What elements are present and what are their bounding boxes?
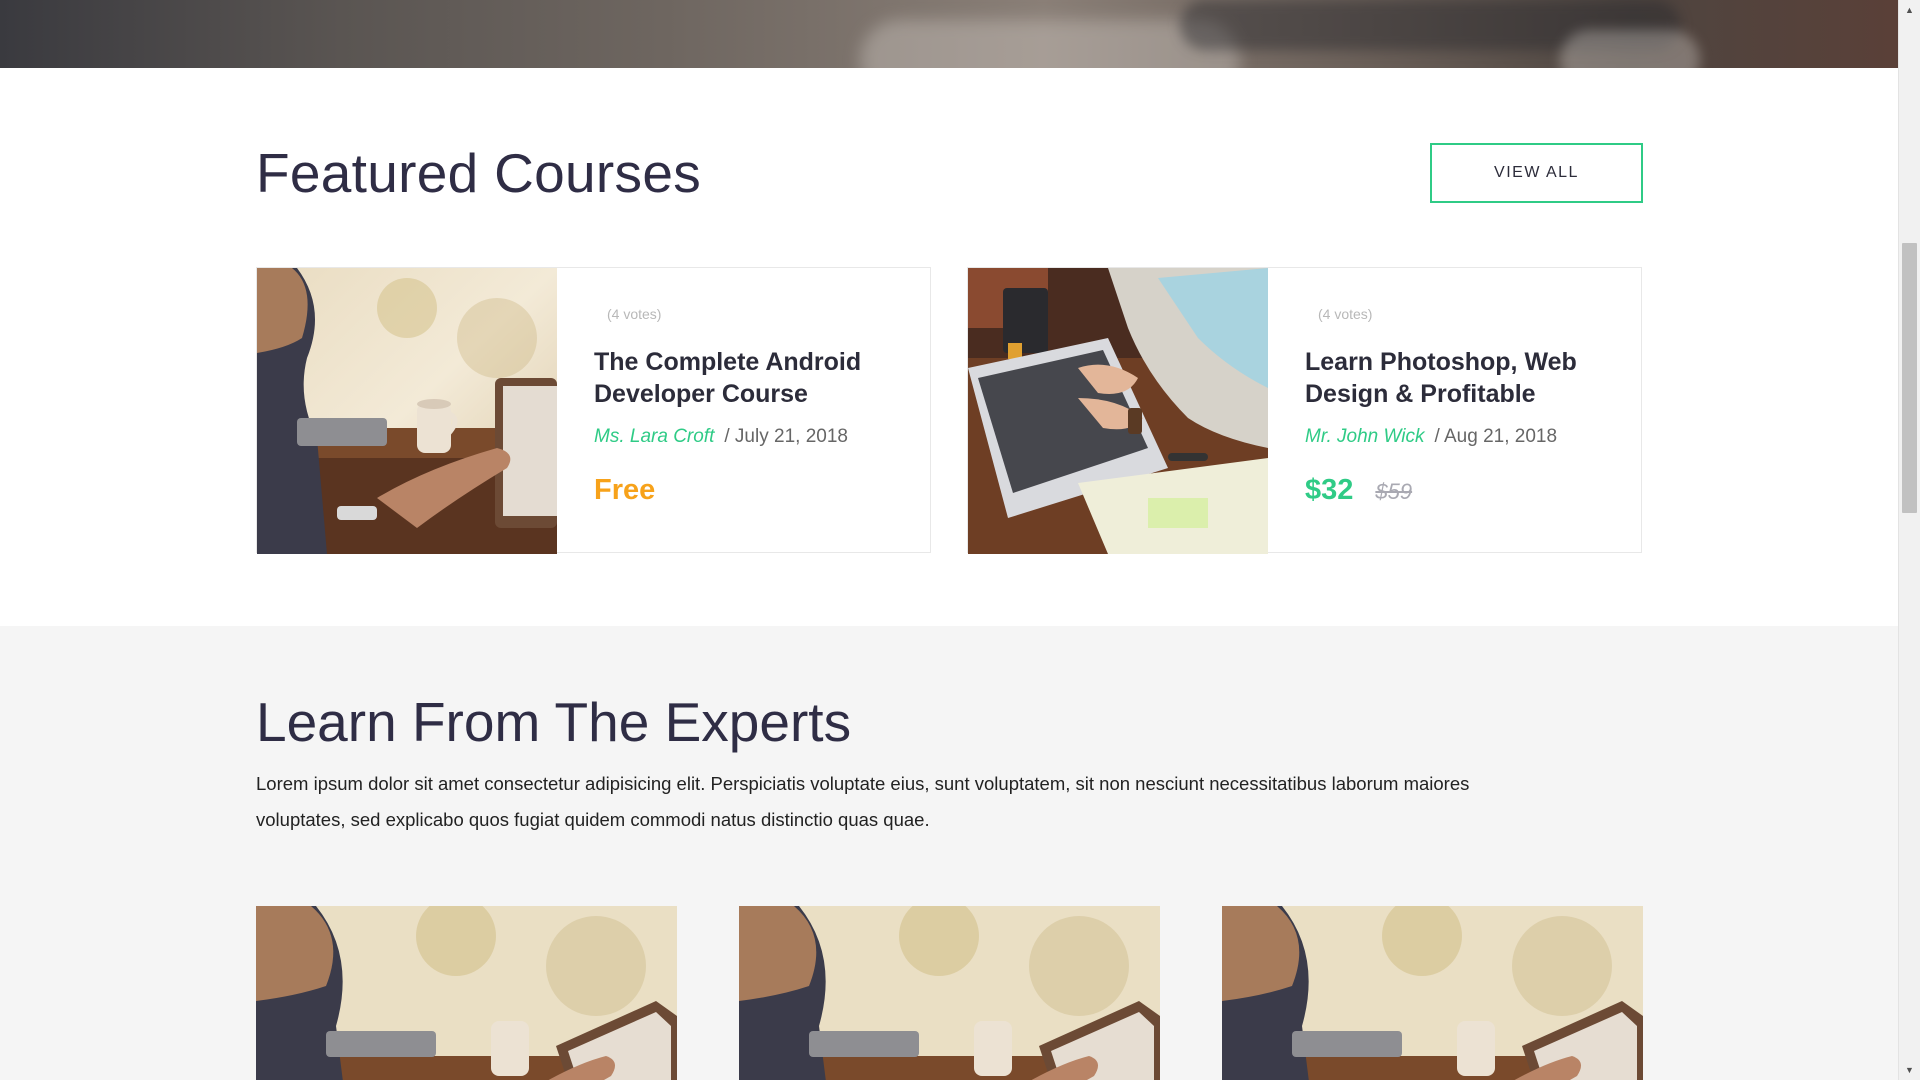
course-date: / July 21, 2018	[724, 426, 848, 447]
course-price: $32	[1305, 474, 1354, 506]
hero-image-strip	[0, 0, 1898, 68]
course-meta: Mr. John Wick / Aug 21, 2018	[1305, 426, 1611, 448]
man-with-tablet-photo	[739, 906, 1160, 1080]
votes-count: (4 votes)	[1318, 306, 1373, 322]
featured-courses-title: Featured Courses	[256, 142, 702, 204]
experts-section: Learn From The Experts Lorem ipsum dolor…	[0, 626, 1898, 1080]
course-title[interactable]: Learn Photoshop, Web Design & Profitable	[1305, 346, 1605, 410]
course-thumbnail[interactable]	[257, 268, 557, 554]
scrollbar-thumb[interactable]	[1902, 243, 1917, 513]
page: Featured Courses VIEW ALL (4 votes) The …	[0, 0, 1920, 1080]
expert-card[interactable]	[739, 906, 1160, 1080]
course-info: (4 votes) Learn Photoshop, Web Design & …	[1268, 268, 1641, 552]
experts-title: Learn From The Experts	[256, 691, 852, 753]
vertical-scrollbar[interactable]: ▲ ▼	[1898, 0, 1920, 1080]
course-card[interactable]: (4 votes) Learn Photoshop, Web Design & …	[967, 267, 1642, 554]
price-row: $32 $59	[1305, 474, 1611, 507]
laptop-typing-photo	[968, 268, 1268, 554]
votes-count: (4 votes)	[607, 306, 662, 322]
view-all-button[interactable]: VIEW ALL	[1430, 143, 1643, 203]
arrow-up-icon[interactable]: ▲	[1899, 0, 1920, 20]
featured-courses-section: Featured Courses VIEW ALL (4 votes) The …	[0, 68, 1898, 626]
course-thumbnail[interactable]	[968, 268, 1268, 554]
course-card[interactable]: (4 votes) The Complete Android Developer…	[256, 267, 931, 554]
expert-card[interactable]	[1222, 906, 1643, 1080]
price-row: Free	[594, 474, 900, 507]
course-old-price: $59	[1375, 479, 1413, 504]
expert-card[interactable]	[256, 906, 677, 1080]
course-author[interactable]: Mr. John Wick	[1305, 426, 1424, 448]
course-price: Free	[594, 474, 656, 506]
course-title[interactable]: The Complete Android Developer Course	[594, 346, 894, 410]
man-with-tablet-photo	[1222, 906, 1643, 1080]
course-date: / Aug 21, 2018	[1434, 426, 1558, 447]
experts-description: Lorem ipsum dolor sit amet consectetur a…	[256, 773, 1470, 830]
course-meta: Ms. Lara Croft / July 21, 2018	[594, 426, 900, 448]
course-info: (4 votes) The Complete Android Developer…	[557, 268, 930, 552]
man-with-tablet-photo	[256, 906, 677, 1080]
course-author[interactable]: Ms. Lara Croft	[594, 426, 714, 448]
arrow-down-icon[interactable]: ▼	[1899, 1060, 1920, 1080]
man-with-tablet-photo	[257, 268, 557, 554]
